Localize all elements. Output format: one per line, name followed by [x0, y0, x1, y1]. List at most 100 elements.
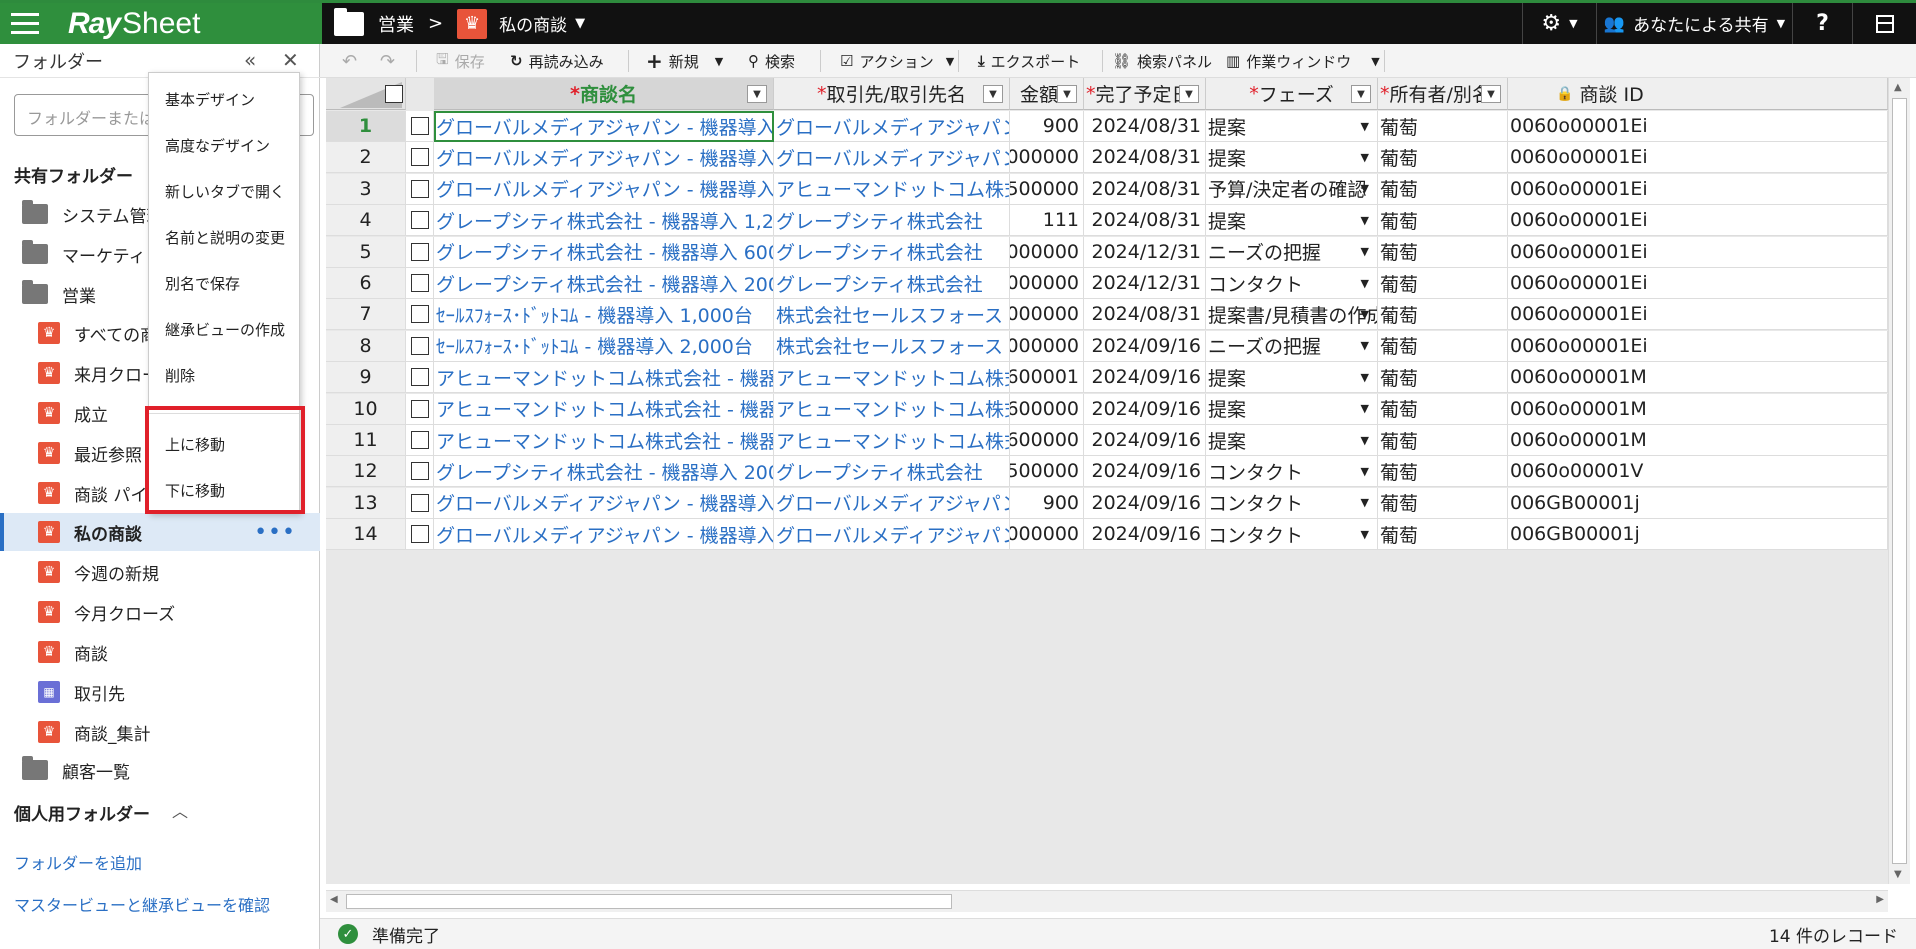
row-checkbox[interactable] [410, 211, 429, 230]
opportunity-id-cell[interactable]: 0060o00001Ei [1508, 299, 1888, 331]
account-cell[interactable]: グレープシティ株式会社 [774, 456, 1010, 488]
undo-icon[interactable]: ↶ [342, 44, 357, 78]
opportunity-id-cell[interactable]: 0060o00001Ei [1508, 236, 1888, 268]
action-button[interactable]: ☑ アクション ▼ [840, 44, 954, 78]
close-date-cell[interactable]: 2024/09/16 [1084, 330, 1206, 362]
opportunity-id-cell[interactable]: 0060o00001Ei [1508, 142, 1888, 174]
row-checkbox[interactable] [410, 399, 429, 418]
row-number[interactable]: 11 [326, 425, 406, 456]
close-date-cell[interactable]: 2024/12/31 [1084, 236, 1206, 268]
row-checkbox[interactable] [410, 179, 429, 198]
close-date-cell[interactable]: 2024/09/16 [1084, 456, 1206, 488]
opportunity-name-cell[interactable]: グレープシティ株式会社 - 機器導入 200台 [434, 268, 774, 299]
owner-cell[interactable]: 葡萄 [1378, 299, 1508, 331]
dropdown-arrow-icon[interactable]: ▼ [1361, 214, 1369, 227]
account-cell[interactable]: グレープシティ株式会社 [774, 236, 1010, 268]
row-checkbox-cell[interactable] [406, 362, 434, 394]
chevron-down-icon[interactable]: ▼ [715, 55, 723, 68]
close-date-cell[interactable]: 2024/08/31 [1084, 111, 1206, 142]
view-item[interactable]: ♛ 商談 [0, 633, 320, 671]
scroll-right-icon[interactable]: ▶ [1876, 894, 1884, 905]
row-checkbox[interactable] [410, 117, 429, 135]
opportunity-id-cell[interactable]: 0060o00001Ei [1508, 268, 1888, 299]
dropdown-arrow-icon[interactable]: ▼ [1361, 496, 1369, 509]
owner-cell[interactable]: 葡萄 [1378, 142, 1508, 174]
opportunity-name-cell[interactable]: アヒューマンドットコム株式会社 - 機器導入 200台 [434, 393, 774, 425]
new-button[interactable]: + 新規 ▼ [646, 44, 723, 78]
reload-button[interactable]: ↻ 再読み込み [510, 44, 604, 78]
opportunity-id-cell[interactable]: 006GB00001j [1508, 519, 1888, 551]
menu-icon[interactable] [0, 3, 50, 44]
filter-dropdown-icon[interactable]: ▼ [983, 85, 1003, 103]
work-window-button[interactable]: ▥ 作業ウィンドウ ▼ [1226, 44, 1380, 78]
row-number[interactable]: 2 [326, 142, 406, 174]
scroll-up-icon[interactable]: ▲ [1894, 82, 1902, 93]
vertical-scrollbar[interactable]: ▲ ▼ [1888, 78, 1910, 884]
close-icon[interactable]: ✕ [282, 48, 299, 72]
share-button[interactable]: 👥 あなたによる共有 ▼ [1596, 3, 1792, 44]
search-button[interactable]: ⚲ 検索 [748, 44, 795, 78]
menu-item-move-up[interactable]: 上に移動 [149, 422, 299, 466]
amount-cell[interactable]: 2000000 [1010, 142, 1084, 174]
row-number[interactable]: 4 [326, 205, 406, 237]
close-date-cell[interactable]: 2024/08/31 [1084, 205, 1206, 237]
export-button[interactable]: ⤓ エクスポート [978, 44, 1080, 78]
row-number[interactable]: 3 [326, 173, 406, 205]
filter-dropdown-icon[interactable]: ▼ [1057, 85, 1077, 103]
opportunity-id-cell[interactable]: 0060o00001Ei [1508, 205, 1888, 237]
opportunity-id-cell[interactable]: 0060o00001Ei [1508, 330, 1888, 362]
owner-cell[interactable]: 葡萄 [1378, 173, 1508, 205]
filter-dropdown-icon[interactable]: ▼ [747, 85, 767, 103]
close-date-cell[interactable]: 2024/12/31 [1084, 268, 1206, 299]
opportunity-id-cell[interactable]: 0060o00001V [1508, 456, 1888, 488]
account-cell[interactable]: グレープシティ株式会社 [774, 268, 1010, 299]
account-cell[interactable]: グローバルメディアジャパン [774, 111, 1010, 142]
owner-cell[interactable]: 葡萄 [1378, 393, 1508, 425]
phase-cell[interactable]: ニーズの把握 ▼ [1206, 236, 1378, 268]
owner-cell[interactable]: 葡萄 [1378, 425, 1508, 456]
row-checkbox-cell[interactable] [406, 268, 434, 299]
opportunity-id-cell[interactable]: 0060o00001Ei [1508, 111, 1888, 142]
dropdown-arrow-icon[interactable]: ▼ [1361, 120, 1369, 133]
column-header-phase[interactable]: * フェーズ ▼ [1206, 78, 1378, 110]
close-date-cell[interactable]: 2024/08/31 [1084, 299, 1206, 331]
more-options-icon[interactable]: ••• [254, 520, 296, 545]
close-date-cell[interactable]: 2024/08/31 [1084, 173, 1206, 205]
amount-cell[interactable]: 1000000 [1010, 299, 1084, 331]
owner-cell[interactable]: 葡萄 [1378, 268, 1508, 299]
opportunity-name-cell[interactable]: グローバルメディアジャパン - 機器導入 400台 [434, 173, 774, 205]
amount-cell[interactable]: 900 [1010, 111, 1084, 142]
view-dropdown-icon[interactable]: ▼ [575, 16, 585, 31]
owner-cell[interactable]: 葡萄 [1378, 519, 1508, 551]
row-checkbox-cell[interactable] [406, 173, 434, 205]
amount-cell[interactable]: 3000000 [1010, 236, 1084, 268]
owner-cell[interactable]: 葡萄 [1378, 236, 1508, 268]
menu-item-save-as[interactable]: 別名で保存 [149, 261, 299, 305]
account-cell[interactable]: アヒューマンドットコム株式会社 [774, 393, 1010, 425]
amount-cell[interactable]: 900 [1010, 487, 1084, 519]
amount-cell[interactable]: 1600000 [1010, 425, 1084, 456]
close-date-cell[interactable]: 2024/09/16 [1084, 393, 1206, 425]
row-number[interactable]: 1 [326, 111, 406, 142]
opportunity-name-cell[interactable]: グローバルメディアジャパン - 機器導入 500台 [434, 142, 774, 174]
row-checkbox[interactable] [410, 525, 429, 544]
dropdown-arrow-icon[interactable]: ▼ [1361, 434, 1369, 447]
row-checkbox[interactable] [410, 148, 429, 167]
opportunity-name-cell[interactable]: グローバルメディアジャパン - 機器導入 500台 [434, 519, 774, 551]
menu-item-advanced-design[interactable]: 高度なデザイン [149, 123, 299, 167]
dropdown-arrow-icon[interactable]: ▼ [1361, 151, 1369, 164]
amount-cell[interactable]: 1000000 [1010, 330, 1084, 362]
view-item[interactable]: ♛ 今週の新規 [0, 553, 320, 591]
dropdown-arrow-icon[interactable]: ▼ [1361, 277, 1369, 290]
phase-cell[interactable]: 提案 ▼ [1206, 393, 1378, 425]
master-view-link[interactable]: マスタービューと継承ビューを確認 [14, 892, 270, 916]
owner-cell[interactable]: 葡萄 [1378, 487, 1508, 519]
scroll-down-icon[interactable]: ▼ [1894, 869, 1902, 880]
close-date-cell[interactable]: 2024/08/31 [1084, 142, 1206, 174]
row-checkbox-cell[interactable] [406, 236, 434, 268]
account-cell[interactable]: 株式会社セールスフォース・ドットコム [774, 330, 1010, 362]
menu-item-create-inherited[interactable]: 継承ビューの作成 [149, 307, 299, 351]
filter-dropdown-icon[interactable]: ▼ [1351, 85, 1371, 103]
opportunity-id-cell[interactable]: 0060o00001M [1508, 393, 1888, 425]
phase-cell[interactable]: ニーズの把握 ▼ [1206, 330, 1378, 362]
